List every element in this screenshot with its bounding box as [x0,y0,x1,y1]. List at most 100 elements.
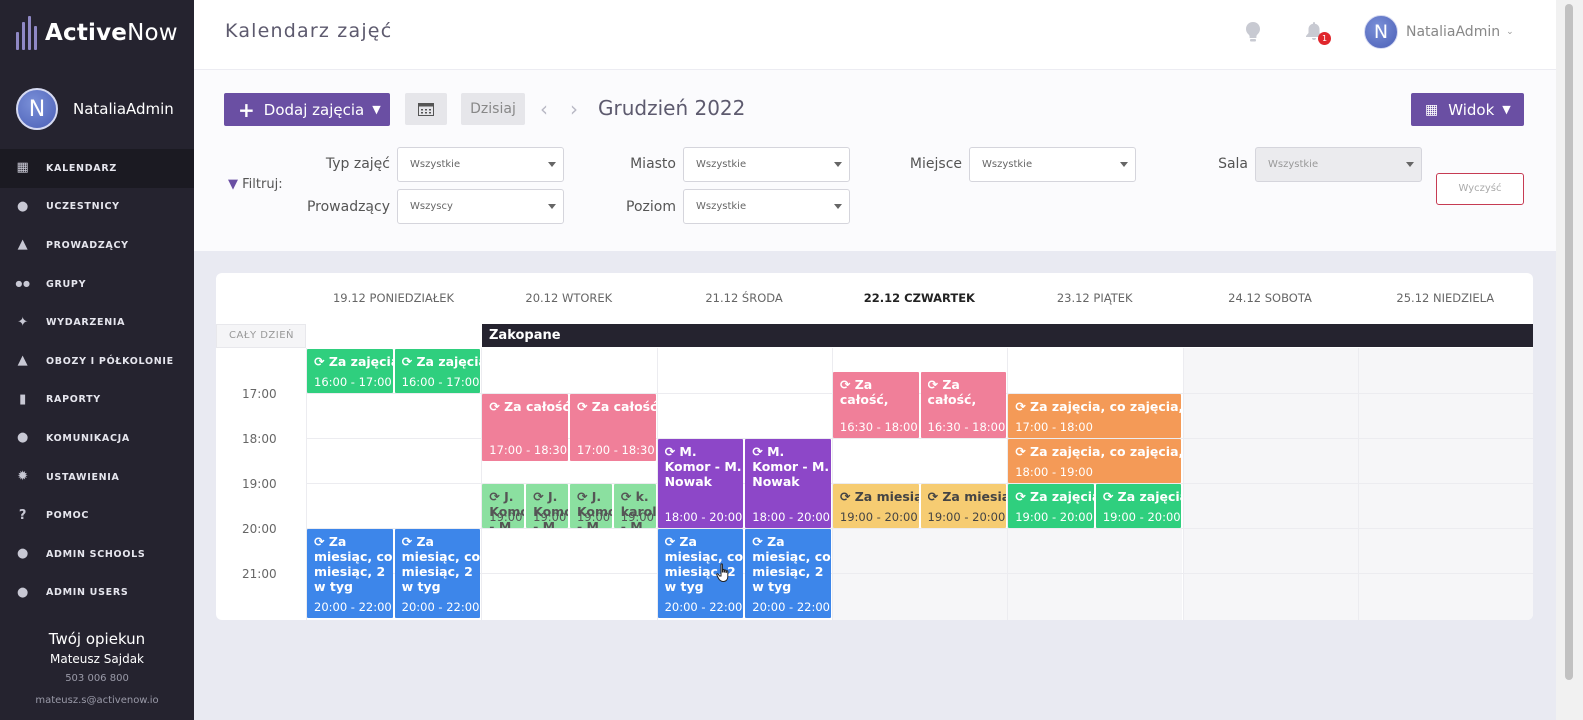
sidebar-item-kalendarz[interactable]: ▦ KALENDARZ [0,149,194,188]
event-title: ⟳ Za zajęcia, [1102,489,1182,504]
sidebar-item-prowadzący[interactable]: ▲ PROWADZĄCY [0,226,194,265]
calendar-event[interactable]: ⟳ M. Komor - M. Nowak 18:00 - 20:00 [745,439,831,528]
event-time: 19:00 - [533,510,568,524]
sidebar-user-name: NataliaAdmin [73,100,174,118]
today-button[interactable]: Dzisiaj [461,93,525,125]
filter-poziom-label: Poziom [626,199,676,215]
filter-miasto-label: Miasto [630,156,676,172]
day-header[interactable]: 24.12 SOBOTA [1183,291,1358,305]
sidebar-item-grupy[interactable]: ●● GRUPY [0,265,194,304]
calendar-event[interactable]: ⟳ Za zajęcia, 19:00 - 20:00 [1095,484,1182,528]
calendar-event[interactable]: ⟳ Za zajęcia, 16:00 - 17:00 [307,349,393,393]
calendar-event[interactable]: ⟳ Za całość, 17:00 - 18:30 [482,394,568,461]
next-arrow-icon[interactable]: › [570,97,578,121]
sidebar-item-pomoc[interactable]: ? POMOC [0,496,194,535]
event-title: ⟳ Za miesiąc [927,489,1007,504]
sidebar-item-label: POMOC [46,510,90,522]
opiekun-email[interactable]: mateusz.s@activenow.io [0,695,194,706]
header-user-menu[interactable]: N NataliaAdmin ⌄ [1364,15,1514,49]
calendar-event[interactable]: ⟳ J. Komo - M. Nowa19:00 - [526,484,568,528]
calendar-event[interactable]: ⟳ Za całość, 17:00 - 18:30 [569,394,656,461]
day-divider [1357,348,1359,620]
sidebar-item-raporty[interactable]: ▮ RAPORTY [0,381,194,420]
event-title: ⟳ Za miesiąc, co miesiąc, 2 w tyg [752,534,831,594]
sidebar-item-admin-schools[interactable]: ● ADMIN SCHOOLS [0,535,194,574]
sidebar-item-label: UCZESTNICY [46,201,120,213]
event-time: 20:00 - 22:00 [664,600,743,614]
calendar-event[interactable]: ⟳ Za miesiąc, co miesiąc, 2 w tyg 20:00 -… [745,529,831,618]
chat-icon: ● [16,430,30,446]
filter-miejsce-select[interactable]: Wszystkie [969,147,1136,182]
calendar-event[interactable]: ⟳ Za miesiąc, co miesiąc, 2 w tyg 20:00 -… [307,529,393,618]
event-time: 18:00 - 20:00 [752,510,830,524]
day-header[interactable]: 21.12 ŚRODA [657,291,832,305]
add-class-button[interactable]: + Dodaj zajęcia ▼ [224,93,390,126]
view-button[interactable]: ▦ Widok ▼ [1411,93,1524,126]
event-time: 16:00 - 17:00 [314,375,392,389]
page-scrollbar[interactable] [1556,0,1583,720]
day-header[interactable]: 20.12 WTOREK [481,291,656,305]
calendar-event[interactable]: ⟳ M. Komor - M. Nowak 18:00 - 20:00 [657,439,744,528]
week-calendar: CAŁY DZIEŃ Zakopane 19.12 PONIEDZIAŁEK 20… [216,273,1533,620]
scrollbar-thumb[interactable] [1565,4,1573,680]
allday-event[interactable]: Zakopane [482,324,1533,347]
sidebar-item-wydarzenia[interactable]: ✦ WYDARZENIA [0,303,194,342]
calendar-event[interactable]: ⟳ Za miesiąc 19:00 - 20:00 [920,484,1007,528]
lightbulb-icon[interactable] [1246,22,1260,42]
filter-sala-select[interactable]: Wszystkie [1255,147,1422,182]
calendar-event[interactable]: ⟳ Za miesiąc, co miesiąc, 2 w tyg 20:00 -… [394,529,481,618]
user-icon: ● [16,198,30,214]
day-divider [1182,348,1184,620]
day-header[interactable]: 25.12 NIEDZIELA [1358,291,1533,305]
graduation-cap-icon: ▲ [17,237,29,253]
date-picker-button[interactable] [405,93,447,125]
caret-down-icon [1120,162,1128,167]
clear-filters-button[interactable]: Wyczyść [1436,173,1524,205]
event-title: ⟳ Za zajęcia, co zajęcia, raz [1015,444,1182,459]
filter-typ-select[interactable]: Wszystkie [397,147,564,182]
event-title: ⟳ Za miesiąc [839,489,919,504]
calendar-event[interactable]: ⟳ Za zajęcia, 19:00 - 20:00 [1008,484,1094,528]
filter-typ-label: Typ zajęć [325,156,390,172]
calendar-event[interactable]: ⟳ J. Komo - M. Nowa19:00 - [482,484,525,528]
event-time: 19:00 - 20:00 [1102,510,1181,524]
user-icon: ● [16,584,30,600]
calendar-event[interactable]: ⟳ J. Komo - M. Nowa19:00 - [569,484,612,528]
filter-poziom-select[interactable]: Wszystkie [683,189,850,224]
event-title: ⟳ Za zajęcia, [401,354,481,369]
sidebar-item-obozy-i-półkolonie[interactable]: ▲ OBOZY I PÓŁKOLONIE [0,342,194,381]
calendar-icon: ▦ [16,160,30,176]
opiekun-phone[interactable]: 503 006 800 [0,673,194,684]
day-header[interactable]: 23.12 PIĄTEK [1007,291,1182,305]
sidebar-item-label: KOMUNIKACJA [46,432,130,444]
sidebar-item-label: WYDARZENIA [46,317,126,329]
filter-prowadzacy-select[interactable]: Wszyscy [397,189,564,224]
calendar-event[interactable]: ⟳ Za zajęcia, co zajęcia, raz 17:00 - 18:… [1008,394,1182,438]
sidebar-user[interactable]: N NataliaAdmin [16,88,174,130]
event-time: 16:30 - 18:00 [839,420,918,434]
event-time: 17:00 - 18:30 [576,442,655,457]
view-label: Widok [1448,100,1495,119]
filter-miasto-select[interactable]: Wszystkie [683,147,850,182]
activenow-logo[interactable]: ActiveNow [16,14,178,52]
prev-arrow-icon[interactable]: ‹ [540,97,548,121]
opiekun-card: Twój opiekun Mateusz Sajdak 503 006 800 … [0,630,194,706]
calendar-event[interactable]: ⟳ Za całość, 16:30 - 18:00 [832,371,919,438]
caret-down-icon [548,204,556,209]
sidebar-item-admin-users[interactable]: ● ADMIN USERS [0,574,194,613]
event-title: ⟳ M. Komor - M. Nowak [752,444,830,489]
avatar: N [1364,15,1398,49]
calendar-event[interactable]: ⟳ Za zajęcia, co zajęcia, raz 18:00 - 19:… [1008,439,1182,483]
sidebar-item-label: RAPORTY [46,394,101,406]
calendar-event[interactable]: ⟳ Za miesiąc 19:00 - 20:00 [832,484,919,528]
hour-label: 18:00 [242,432,277,446]
calendar-event[interactable]: ⟳ k. karolc - M. Nowa19:00 - [613,484,656,528]
sidebar-item-komunikacja[interactable]: ● KOMUNIKACJA [0,419,194,458]
day-header[interactable]: 22.12 CZWARTEK [832,291,1007,305]
calendar-event[interactable]: ⟳ Za zajęcia, 16:00 - 17:00 [394,349,481,393]
day-header[interactable]: 19.12 PONIEDZIAŁEK [306,291,481,305]
sidebar-item-ustawienia[interactable]: ✹ USTAWIENIA [0,458,194,497]
sidebar-item-uczestnicy[interactable]: ● UCZESTNICY [0,188,194,227]
event-time: 19:00 - 20:00 [927,510,1006,524]
calendar-event[interactable]: ⟳ Za całość, 16:30 - 18:00 [920,371,1007,438]
